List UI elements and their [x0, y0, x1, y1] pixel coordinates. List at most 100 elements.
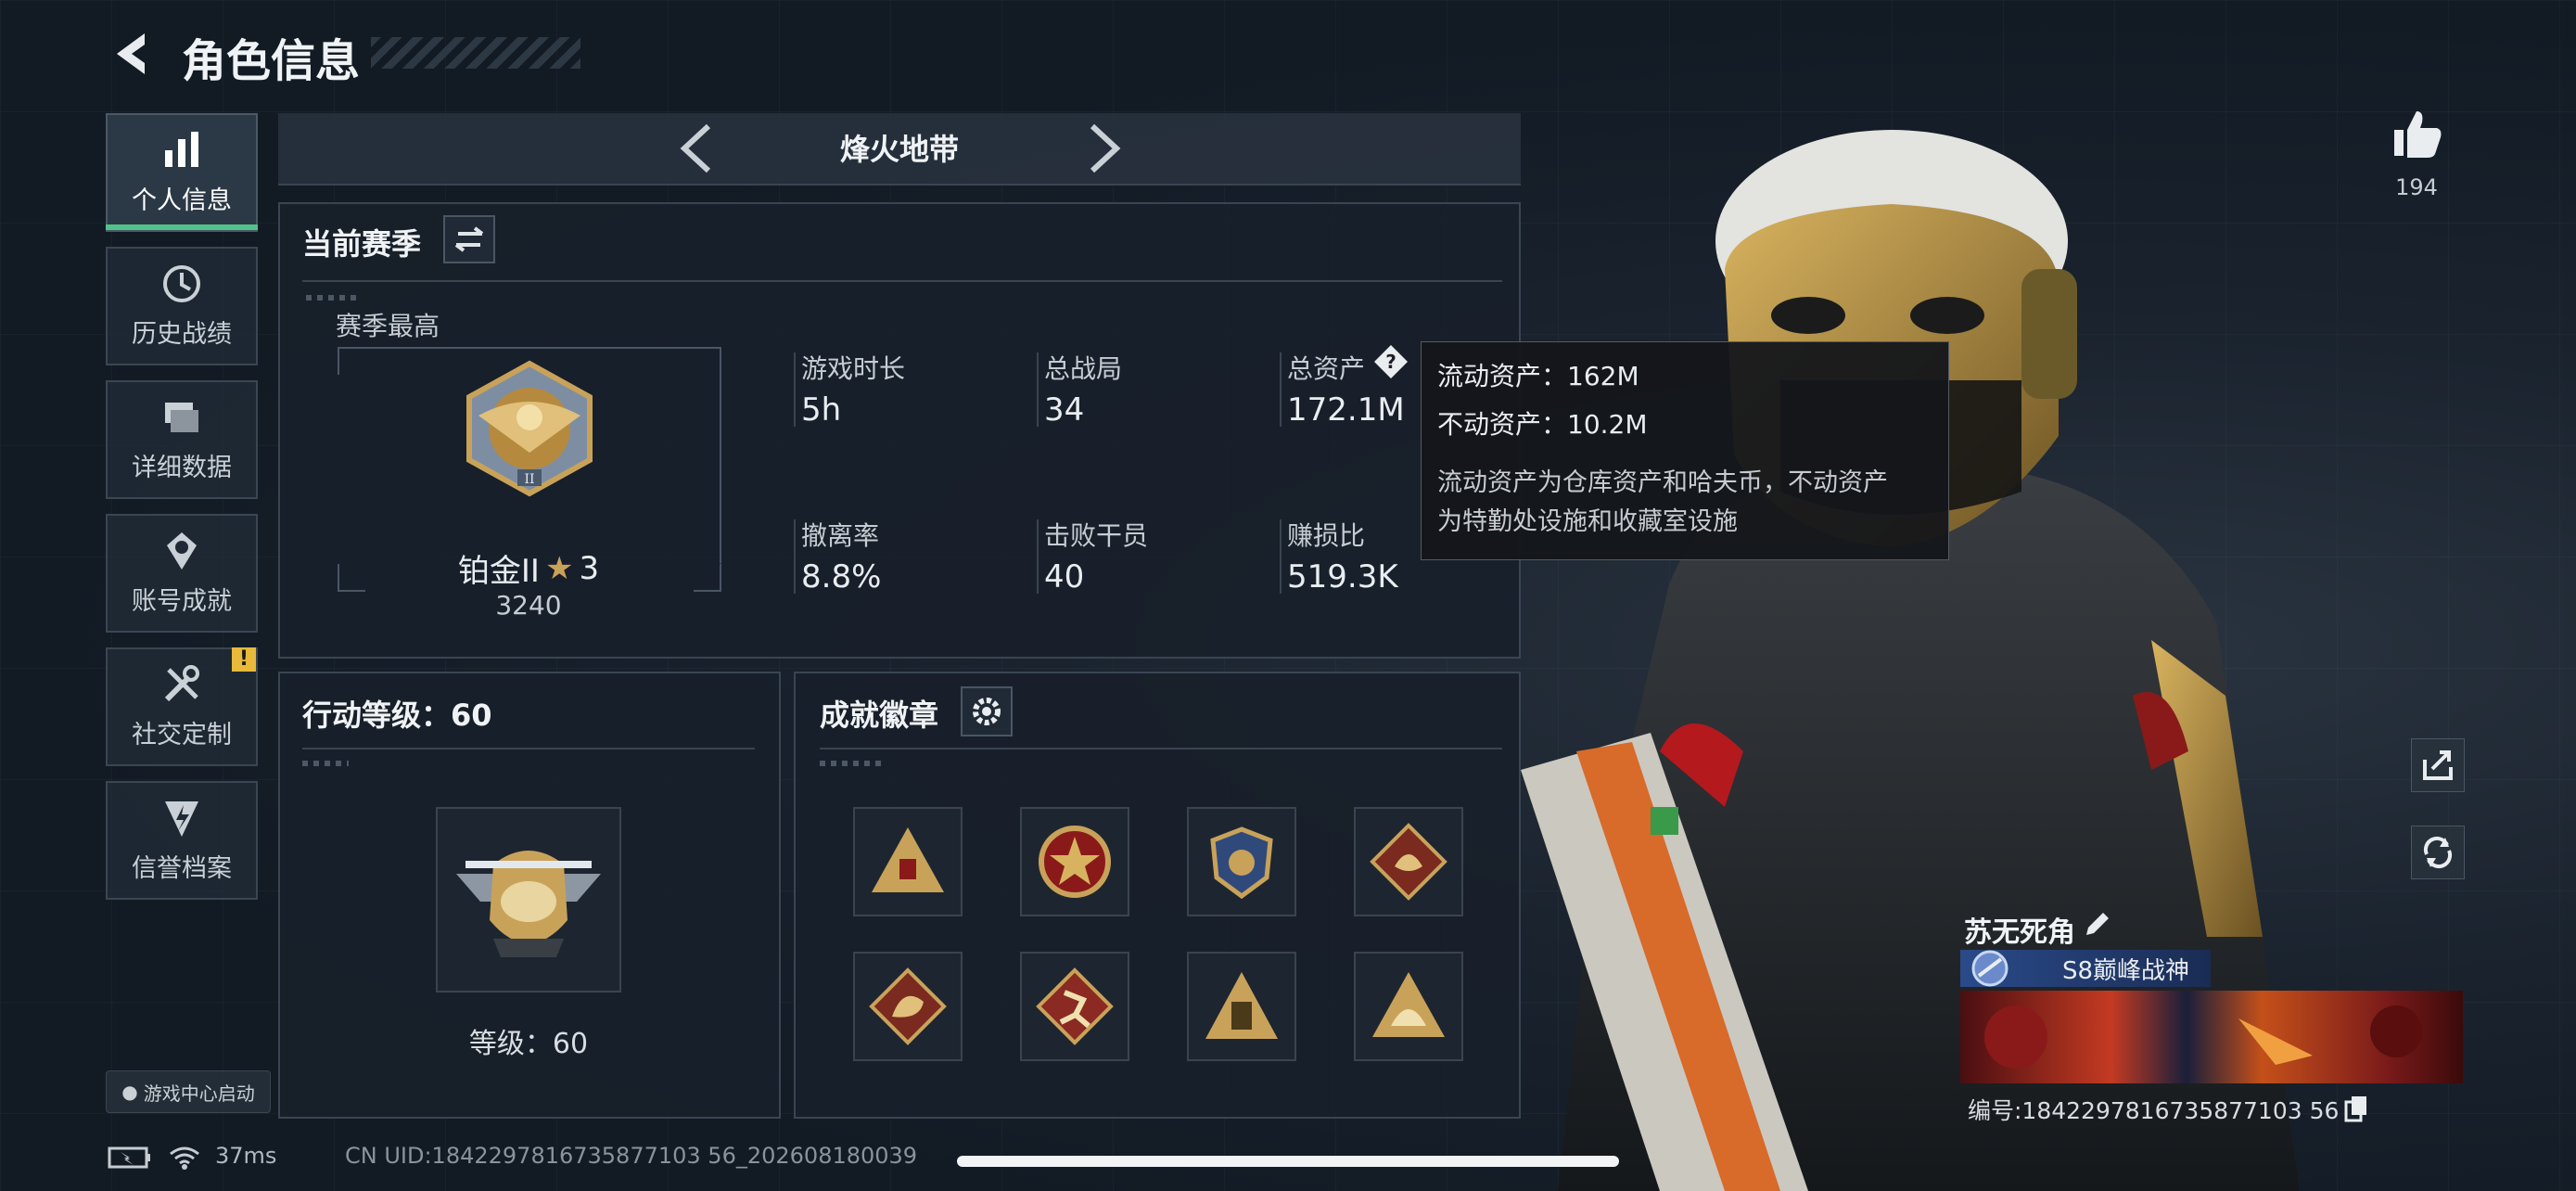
sidebar-item-label: 信誉档案	[132, 853, 232, 883]
stat-value-operators-defeated: 40	[1044, 558, 1085, 596]
sidebar-item-account-achievements[interactable]: 账号成就	[106, 514, 258, 633]
stat-label-profit-ratio: 赚损比	[1287, 520, 1366, 551]
action-level-emblem-frame	[436, 807, 621, 992]
dragon-badge-icon	[1370, 823, 1447, 901]
stat-label-total-assets: 总资产	[1287, 353, 1366, 384]
sidebar-item-reputation[interactable]: 信誉档案	[106, 781, 258, 900]
season-divider	[302, 280, 1502, 282]
player-banner	[1960, 991, 2463, 1083]
edit-name-button[interactable]	[2081, 907, 2114, 941]
pencil-icon	[2086, 913, 2109, 935]
battery-icon	[108, 1146, 150, 1169]
season-title: 当前赛季	[302, 226, 422, 262]
platinum-rank-emblem-icon: II	[466, 360, 593, 497]
achievement-badge-2[interactable]	[1020, 807, 1129, 916]
uid-text: CN UID:1842297816735877103 56_2026081800…	[345, 1143, 918, 1169]
achievement-badge-4[interactable]	[1354, 807, 1463, 916]
assets-help-button[interactable]: ?	[1372, 343, 1409, 380]
folders-icon	[161, 397, 202, 438]
tooltip-fixed-assets: 不动资产：10.2M	[1437, 409, 1648, 440]
achievement-badge-3[interactable]	[1187, 807, 1296, 916]
stat-label-extract-rate: 撤离率	[801, 520, 880, 551]
history-clock-icon	[161, 263, 202, 304]
achievement-medal-icon	[161, 531, 202, 571]
refresh-icon	[2423, 836, 2453, 869]
thumbs-up-icon	[2394, 111, 2442, 158]
back-button[interactable]	[106, 26, 161, 82]
rank-name: 铂金II	[457, 553, 540, 590]
stat-label-play-time: 游戏时长	[801, 353, 906, 384]
game-center-label: 游戏中心启动	[143, 1082, 255, 1105]
achievements-divider	[820, 748, 1502, 749]
title-badge-text: S8巅峰战神	[2062, 957, 2190, 985]
game-center-button[interactable]: ● 游戏中心启动	[106, 1070, 271, 1113]
achievement-badge-6[interactable]	[1020, 952, 1129, 1061]
helmet-badge-icon	[1372, 972, 1445, 1037]
copy-id-button[interactable]	[2344, 1095, 2370, 1122]
wifi-icon	[170, 1146, 199, 1170]
rank-name-row: 铂金II ★ 3	[380, 545, 677, 591]
ping-text: 37ms	[215, 1143, 277, 1169]
achievement-badge-8[interactable]	[1354, 952, 1463, 1061]
sidebar-item-personal-info[interactable]: 个人信息	[106, 113, 258, 232]
svg-text:?: ?	[1385, 351, 1396, 373]
refresh-button[interactable]	[2411, 826, 2465, 879]
swap-arrows-icon	[454, 226, 484, 252]
stat-value-total-matches: 34	[1044, 391, 1085, 429]
page-title: 角色信息	[182, 35, 361, 87]
help-question-icon: ?	[1374, 345, 1408, 378]
action-level-text: 等级：60	[468, 1028, 589, 1060]
title-decoration	[371, 37, 580, 69]
star-seal-badge-icon	[1039, 826, 1111, 898]
stat-value-play-time: 5h	[801, 391, 842, 429]
season-switch-button[interactable]	[443, 215, 495, 263]
action-level-divider	[302, 748, 755, 749]
stat-separator	[794, 519, 796, 594]
bell-icon: ●	[121, 1081, 138, 1103]
alert-badge: !	[232, 647, 256, 672]
stat-separator	[1037, 519, 1039, 594]
stat-separator	[1280, 519, 1282, 594]
like-count: 194	[2395, 174, 2438, 200]
tooltip-desc-line1: 流动资产为仓库资产和哈夫币，不动资产	[1437, 468, 1888, 497]
stat-label-operators-defeated: 击败干员	[1044, 520, 1149, 551]
like-button[interactable]	[2389, 106, 2444, 161]
tools-icon	[161, 664, 202, 705]
achievements-settings-button[interactable]	[961, 686, 1013, 736]
home-indicator[interactable]	[957, 1156, 1619, 1167]
achievement-badge-1[interactable]	[853, 807, 963, 916]
title-emblem-icon	[1971, 950, 2009, 987]
stat-separator	[1037, 352, 1039, 427]
sidebar-item-history[interactable]: 历史战绩	[106, 247, 258, 365]
stat-value-profit-ratio: 519.3K	[1287, 558, 1398, 596]
stat-separator	[794, 352, 796, 427]
shield-bolt-icon	[161, 798, 202, 839]
sidebar-item-label: 账号成就	[132, 586, 232, 616]
sidebar-item-label: 历史战绩	[132, 319, 232, 349]
eagle-crest-badge-icon	[1210, 826, 1273, 900]
prev-mode-button[interactable]	[671, 121, 720, 176]
dots-decoration	[820, 761, 885, 766]
action-level-title: 行动等级：60	[302, 698, 492, 733]
active-indicator	[106, 224, 258, 230]
achievement-badge-5[interactable]	[853, 952, 963, 1061]
banner-artwork	[1984, 1005, 2422, 1069]
player-name: 苏无死角	[1964, 916, 2075, 949]
achievement-badge-7[interactable]	[1187, 952, 1296, 1061]
stat-label-total-matches: 总战局	[1044, 353, 1123, 384]
star-icon: ★	[544, 549, 574, 587]
sidebar-item-detailed-data[interactable]: 详细数据	[106, 380, 258, 499]
share-button[interactable]	[2411, 738, 2465, 792]
next-mode-button[interactable]	[1081, 121, 1129, 176]
copy-icon	[2344, 1096, 2366, 1122]
mode-label: 烽火地带	[839, 132, 959, 167]
stat-value-total-assets: 172.1M	[1287, 391, 1405, 429]
dragon-head-badge-icon	[869, 967, 947, 1045]
rank-points: 3240	[495, 590, 562, 621]
bar-chart-icon	[161, 130, 202, 171]
tooltip-desc-line2: 为特勤处设施和收藏室设施	[1437, 507, 1738, 536]
chevron-left-icon	[680, 123, 711, 173]
tower-badge-icon	[1205, 972, 1278, 1039]
dots-decoration	[306, 295, 362, 301]
svg-text:II: II	[524, 472, 534, 487]
